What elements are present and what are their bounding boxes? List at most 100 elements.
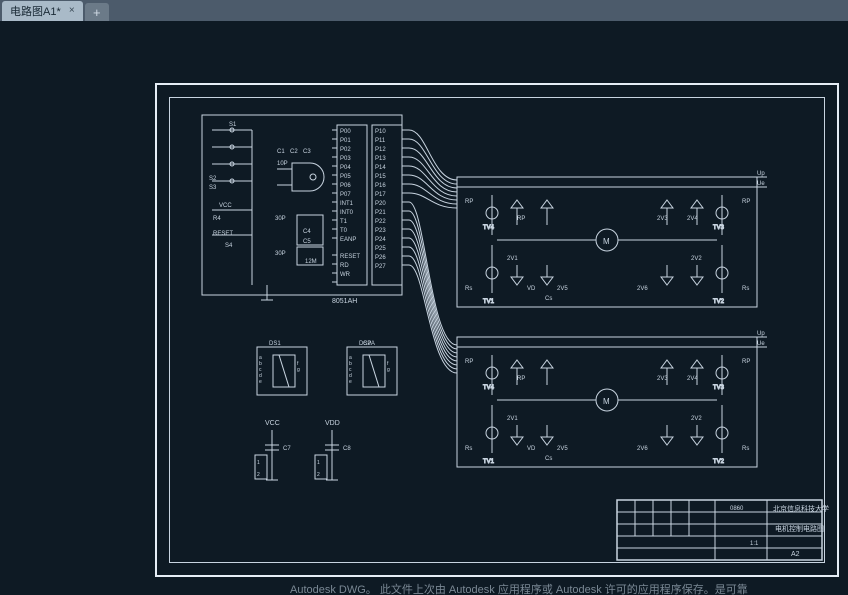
document-tab[interactable]: 电路图A1* × <box>2 1 83 21</box>
svg-text:P00: P00 <box>340 129 351 135</box>
svg-text:WR: WR <box>340 272 351 278</box>
svg-text:CPA: CPA <box>363 341 375 347</box>
new-tab-button[interactable]: + <box>85 3 109 21</box>
svg-text:北京信息科技大学: 北京信息科技大学 <box>773 504 829 513</box>
svg-text:e: e <box>349 379 352 385</box>
power-vcc: VCC C7 1 2 <box>255 420 291 480</box>
svg-text:2V4: 2V4 <box>687 376 698 382</box>
status-text: Autodesk DWG。 此文件上次由 Autodesk 应用程序或 Auto… <box>0 584 748 595</box>
hbridge-1: Up Ue M TV4 TV3 TV1 <box>457 171 767 307</box>
mcu-name: 8051AH <box>332 298 357 305</box>
svg-text:Cs: Cs <box>545 456 552 462</box>
svg-text:RP: RP <box>742 199 750 205</box>
svg-text:C8: C8 <box>343 446 351 452</box>
svg-text:M: M <box>603 397 610 406</box>
svg-text:P01: P01 <box>340 138 351 144</box>
svg-text:2V2: 2V2 <box>691 416 702 422</box>
svg-text:g: g <box>387 367 390 373</box>
svg-text:EANP: EANP <box>340 237 356 243</box>
svg-text:P16: P16 <box>375 183 386 189</box>
svg-text:电机控制电路图: 电机控制电路图 <box>775 524 824 533</box>
svg-text:VDD: VDD <box>325 420 340 427</box>
svg-text:1:1: 1:1 <box>750 541 759 547</box>
svg-text:RP: RP <box>517 216 525 222</box>
svg-text:P06: P06 <box>340 183 351 189</box>
svg-text:P21: P21 <box>375 210 386 216</box>
svg-text:TV4: TV4 <box>483 225 495 231</box>
svg-text:2: 2 <box>257 472 260 478</box>
tab-label: 电路图A1* <box>10 3 61 19</box>
seven-seg-2: DS2 CPA abcdefg <box>347 341 397 395</box>
svg-text:P03: P03 <box>340 156 351 162</box>
svg-text:S4: S4 <box>225 243 233 249</box>
svg-text:2V6: 2V6 <box>637 286 648 292</box>
drawing-canvas[interactable]: P00P01 P02P03 P04P05 P06P07 INT1INT0 T1T… <box>0 21 848 595</box>
svg-text:P13: P13 <box>375 156 386 162</box>
svg-text:DS1: DS1 <box>269 341 281 347</box>
svg-text:P22: P22 <box>375 219 386 225</box>
svg-text:2V3: 2V3 <box>657 376 668 382</box>
svg-text:P23: P23 <box>375 228 386 234</box>
svg-text:Rs: Rs <box>742 286 749 292</box>
svg-text:P25: P25 <box>375 246 386 252</box>
svg-text:P20: P20 <box>375 201 386 207</box>
svg-text:Rs: Rs <box>465 446 472 452</box>
svg-text:2V2: 2V2 <box>691 256 702 262</box>
plus-icon: + <box>93 5 101 20</box>
svg-text:TV2: TV2 <box>713 299 725 305</box>
svg-text:P04: P04 <box>340 165 351 171</box>
svg-text:T0: T0 <box>340 228 348 234</box>
svg-text:1: 1 <box>257 460 260 466</box>
svg-text:C1: C1 <box>277 149 285 155</box>
svg-text:TV2: TV2 <box>713 459 725 465</box>
svg-text:1: 1 <box>317 460 320 466</box>
svg-text:2V1: 2V1 <box>507 256 518 262</box>
svg-text:12M: 12M <box>305 259 317 265</box>
svg-text:2V6: 2V6 <box>637 446 648 452</box>
svg-text:P24: P24 <box>375 237 386 243</box>
sheet-outer-frame: P00P01 P02P03 P04P05 P06P07 INT1INT0 T1T… <box>155 83 839 577</box>
svg-text:2: 2 <box>317 472 320 478</box>
svg-text:P12: P12 <box>375 147 386 153</box>
svg-text:P15: P15 <box>375 174 386 180</box>
svg-text:TV1: TV1 <box>483 299 495 305</box>
svg-text:C2: C2 <box>290 149 298 155</box>
svg-text:g: g <box>297 367 300 373</box>
svg-text:0860: 0860 <box>730 506 744 512</box>
svg-text:RP: RP <box>742 359 750 365</box>
title-block: 0860 北京信息科技大学 电机控制电路图 1:1 A2 <box>617 500 829 560</box>
svg-text:C4: C4 <box>303 229 311 235</box>
svg-text:TV1: TV1 <box>483 459 495 465</box>
svg-text:RP: RP <box>465 359 473 365</box>
svg-text:VD: VD <box>527 446 536 452</box>
svg-text:30P: 30P <box>275 216 286 222</box>
svg-text:P05: P05 <box>340 174 351 180</box>
svg-text:2V5: 2V5 <box>557 446 568 452</box>
svg-text:TV3: TV3 <box>713 225 725 231</box>
svg-text:2V1: 2V1 <box>507 416 518 422</box>
svg-text:Ue: Ue <box>757 341 765 347</box>
svg-text:RESET: RESET <box>340 254 360 260</box>
svg-text:Up: Up <box>757 171 765 177</box>
svg-text:M: M <box>603 237 610 246</box>
svg-text:R4: R4 <box>213 216 221 222</box>
svg-text:30P: 30P <box>275 251 286 257</box>
svg-text:e: e <box>259 379 262 385</box>
seven-seg-1: DS1 abcdefg <box>257 341 307 395</box>
svg-text:C7: C7 <box>283 446 291 452</box>
svg-text:10P: 10P <box>277 161 288 167</box>
svg-text:VCC: VCC <box>219 203 232 209</box>
svg-text:P14: P14 <box>375 165 386 171</box>
close-icon[interactable]: × <box>65 3 79 17</box>
svg-text:Ue: Ue <box>757 181 765 187</box>
hbridge-2: Up Ue M TV4 TV3 TV1 TV2 <box>457 331 767 467</box>
svg-text:2V3: 2V3 <box>657 216 668 222</box>
svg-text:C3: C3 <box>303 149 311 155</box>
svg-text:Cs: Cs <box>545 296 552 302</box>
svg-text:P02: P02 <box>340 147 351 153</box>
svg-text:T1: T1 <box>340 219 348 225</box>
svg-text:P17: P17 <box>375 192 386 198</box>
svg-text:RESET: RESET <box>213 231 233 237</box>
svg-text:TV3: TV3 <box>713 385 725 391</box>
svg-text:2V5: 2V5 <box>557 286 568 292</box>
